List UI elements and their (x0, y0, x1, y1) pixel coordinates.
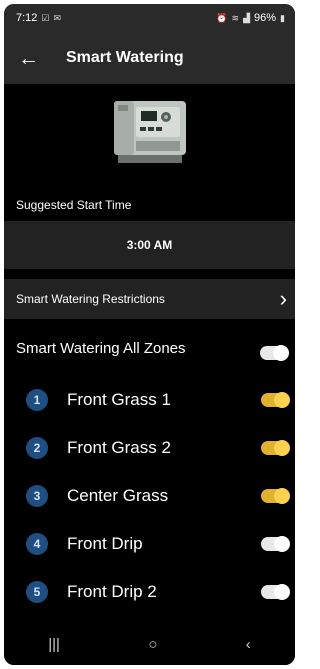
signal-icon: ▟ (243, 12, 251, 23)
all-zones-label: Smart Watering All Zones (16, 340, 186, 357)
zone-4-toggle[interactable] (261, 536, 290, 552)
device-image-container (4, 90, 295, 174)
battery-icon: ▮ (280, 12, 285, 23)
phone-screen: 7:12 ☑ ✉ ⏰ ≋ ▟ 96% ▮ ← Smart Watering Su… (4, 4, 295, 665)
home-icon[interactable]: ○ (148, 636, 157, 653)
zone-name: Front Drip (67, 534, 143, 553)
all-zones-toggle[interactable] (260, 345, 289, 361)
zone-name: Front Grass 2 (67, 438, 171, 457)
zone-row-4: 4 Front Drip (4, 524, 295, 564)
mail-icon: ✉ (53, 12, 62, 23)
alarm-icon: ⏰ (216, 12, 228, 23)
zone-row-5: 5 Front Drip 2 (4, 572, 295, 612)
app-header: ← Smart Watering (4, 32, 295, 84)
status-bar: 7:12 ☑ ✉ ⏰ ≋ ▟ 96% ▮ (4, 4, 295, 32)
zone-number-badge: 5 (26, 581, 48, 603)
zone-number-badge: 1 (26, 389, 48, 411)
zone-5-toggle[interactable] (261, 584, 290, 600)
restrictions-label: Smart Watering Restrictions (16, 292, 165, 306)
zone-1-toggle[interactable] (261, 392, 290, 408)
smart-watering-restrictions-row[interactable]: Smart Watering Restrictions › (4, 279, 295, 319)
zone-number-badge: 4 (26, 533, 48, 555)
zone-3-toggle[interactable] (261, 488, 290, 504)
wifi-icon: ≋ (231, 12, 240, 23)
controller-device-image (113, 101, 186, 163)
zone-number-badge: 3 (26, 485, 48, 507)
back-nav-icon[interactable]: ‹ (246, 636, 251, 653)
status-time: 7:12 (16, 12, 38, 24)
suggested-start-time-label: Suggested Start Time (16, 198, 132, 212)
recent-apps-icon[interactable]: ||| (48, 636, 60, 653)
zone-name: Front Drip 2 (67, 582, 157, 601)
zone-row-1: 1 Front Grass 1 (4, 380, 295, 420)
chevron-right-icon: › (279, 286, 287, 311)
zone-2-toggle[interactable] (261, 440, 290, 456)
page-title: Smart Watering (66, 49, 184, 66)
start-time-selector[interactable]: 3:00 AM (4, 221, 295, 269)
start-time-value: 3:00 AM (126, 238, 173, 252)
zone-name: Front Grass 1 (67, 390, 171, 409)
system-nav-bar: ||| ○ ‹ (4, 623, 295, 665)
arrow-left-icon[interactable]: ← (18, 48, 50, 69)
battery-percent: 96% (254, 12, 277, 24)
zone-name: Center Grass (67, 486, 169, 505)
zone-row-2: 2 Front Grass 2 (4, 428, 295, 468)
zone-number-badge: 2 (26, 437, 48, 459)
alarm-check-icon: ☑ (41, 12, 50, 23)
zone-row-3: 3 Center Grass (4, 476, 295, 516)
